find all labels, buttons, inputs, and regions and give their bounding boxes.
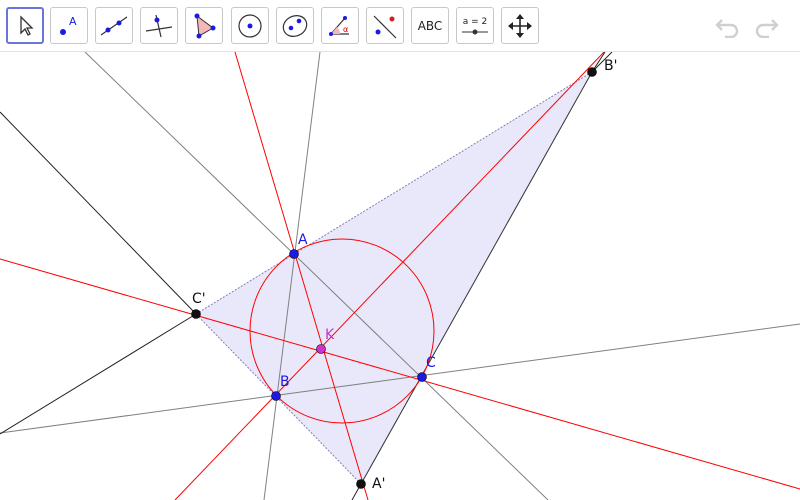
label-a1: A'	[372, 476, 385, 492]
slider-tool-label: a = 2	[463, 17, 488, 27]
line-through-c1[interactable]	[0, 111, 197, 315]
line-through-c1-lower[interactable]	[0, 313, 197, 435]
label-c: C	[426, 355, 436, 371]
slider-tool-button[interactable]: a = 2	[456, 7, 494, 44]
graphics-view[interactable]: A B C K A' B' C'	[0, 52, 800, 500]
line-tool-button[interactable]	[95, 7, 133, 44]
polygon-tool-button[interactable]	[185, 7, 223, 44]
conic-tool-button[interactable]	[276, 7, 314, 44]
angle-tool-button[interactable]: α	[321, 7, 359, 44]
toolbar: A α ABC a = 2	[0, 0, 800, 52]
point-k[interactable]	[316, 344, 326, 354]
point-tool-button[interactable]: A	[50, 7, 88, 44]
text-tool-button[interactable]: ABC	[411, 7, 449, 44]
reflect-tool-button[interactable]	[366, 7, 404, 44]
slider-icon: a = 2	[462, 17, 488, 34]
point-a-icon: A	[60, 15, 77, 35]
perpendicular-line-tool-button[interactable]	[140, 7, 178, 44]
undo-icon	[715, 19, 739, 38]
move-view-tool-button[interactable]	[501, 7, 539, 44]
ellipse-icon	[282, 14, 308, 37]
point-b1[interactable]	[587, 67, 597, 77]
cursor-arrow-icon	[20, 14, 34, 36]
polygon-triangle-icon	[194, 13, 216, 38]
perpendicular-line-icon	[145, 14, 173, 37]
label-c1: C'	[192, 291, 206, 307]
circle-tool-button[interactable]	[231, 7, 269, 44]
move-tool-button[interactable]	[6, 7, 44, 44]
line-icon	[100, 16, 128, 35]
label-k: K	[325, 327, 335, 343]
point-c[interactable]	[417, 372, 427, 382]
label-b: B	[280, 374, 290, 390]
point-a[interactable]	[289, 249, 299, 259]
redo-icon	[755, 19, 779, 38]
undo-button[interactable]	[712, 10, 744, 42]
label-a: A	[298, 232, 308, 248]
reflect-about-line-icon	[373, 15, 397, 38]
svg-text:A: A	[69, 15, 77, 28]
text-tool-label: ABC	[417, 18, 443, 33]
label-b1: B'	[604, 58, 617, 74]
svg-text:α: α	[343, 25, 348, 34]
point-c1[interactable]	[191, 309, 201, 319]
move-arrows-icon	[508, 13, 532, 38]
circle-center-icon	[238, 13, 262, 38]
angle-icon: α	[329, 15, 349, 36]
point-b[interactable]	[271, 391, 281, 401]
redo-button[interactable]	[750, 10, 782, 42]
point-a1[interactable]	[356, 479, 366, 489]
triangle-a1b1c1[interactable]	[196, 72, 592, 484]
